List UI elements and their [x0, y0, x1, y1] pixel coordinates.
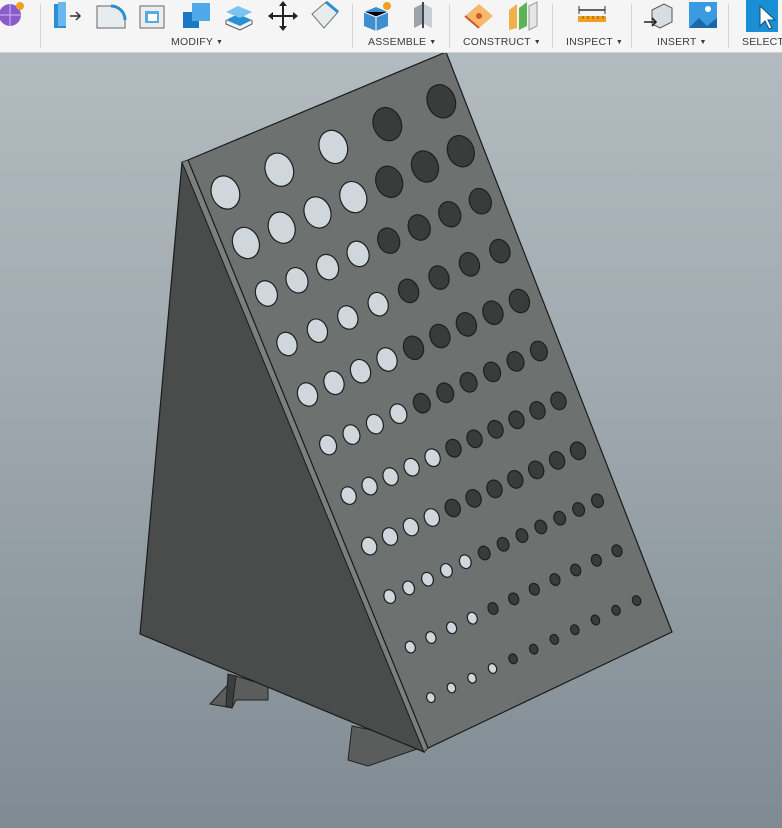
- assemble-menu[interactable]: ASSEMBLE ▼: [368, 36, 436, 48]
- select-label: SELECT: [742, 36, 782, 48]
- separator: [40, 4, 41, 48]
- select-icon[interactable]: [744, 0, 782, 32]
- inspect-menu[interactable]: INSPECT ▼: [566, 36, 623, 48]
- measure-icon[interactable]: [575, 0, 609, 32]
- construct-label: CONSTRUCT: [463, 36, 531, 48]
- select-menu[interactable]: SELECT: [742, 36, 782, 48]
- assemble-label: ASSEMBLE: [368, 36, 427, 48]
- press-pull-icon[interactable]: [50, 0, 84, 32]
- offset-plane-icon[interactable]: [505, 0, 539, 32]
- chevron-down-icon: ▼: [699, 39, 707, 46]
- separator: [352, 4, 353, 48]
- insert-mesh-icon[interactable]: [642, 0, 676, 32]
- drill-bit-stand-model[interactable]: [0, 53, 782, 828]
- combine-icon[interactable]: [180, 0, 214, 32]
- modify-label: MODIFY: [171, 36, 214, 48]
- toolbar: MODIFY ▼ ASSEMBLE ▼ CONSTRUCT ▼ INSPECT ▼ IN…: [0, 0, 782, 53]
- plane-at-angle-icon[interactable]: [462, 0, 496, 32]
- shell-icon[interactable]: [137, 0, 171, 32]
- offset-face-icon[interactable]: [222, 0, 256, 32]
- chevron-down-icon: ▼: [615, 39, 624, 46]
- separator: [552, 4, 553, 48]
- insert-image-icon[interactable]: [686, 0, 720, 32]
- separator: [728, 4, 729, 48]
- scale-icon[interactable]: [308, 0, 342, 32]
- separator: [449, 4, 450, 48]
- insert-label: INSERT: [657, 36, 697, 48]
- insert-menu[interactable]: INSERT ▼: [657, 36, 707, 48]
- chevron-down-icon: ▼: [533, 39, 541, 46]
- new-component-icon[interactable]: [360, 0, 394, 32]
- separator: [631, 4, 632, 48]
- move-copy-icon[interactable]: [266, 0, 300, 32]
- construct-menu[interactable]: CONSTRUCT ▼: [463, 36, 541, 48]
- modify-menu[interactable]: MODIFY ▼: [171, 36, 223, 48]
- joint-icon[interactable]: [406, 0, 440, 32]
- create-sphere-icon[interactable]: [0, 0, 28, 32]
- chevron-down-icon: ▼: [216, 39, 224, 46]
- inspect-label: INSPECT: [566, 36, 613, 48]
- chevron-down-icon: ▼: [429, 39, 437, 46]
- fillet-icon[interactable]: [94, 0, 128, 32]
- 3d-viewport[interactable]: [0, 53, 782, 828]
